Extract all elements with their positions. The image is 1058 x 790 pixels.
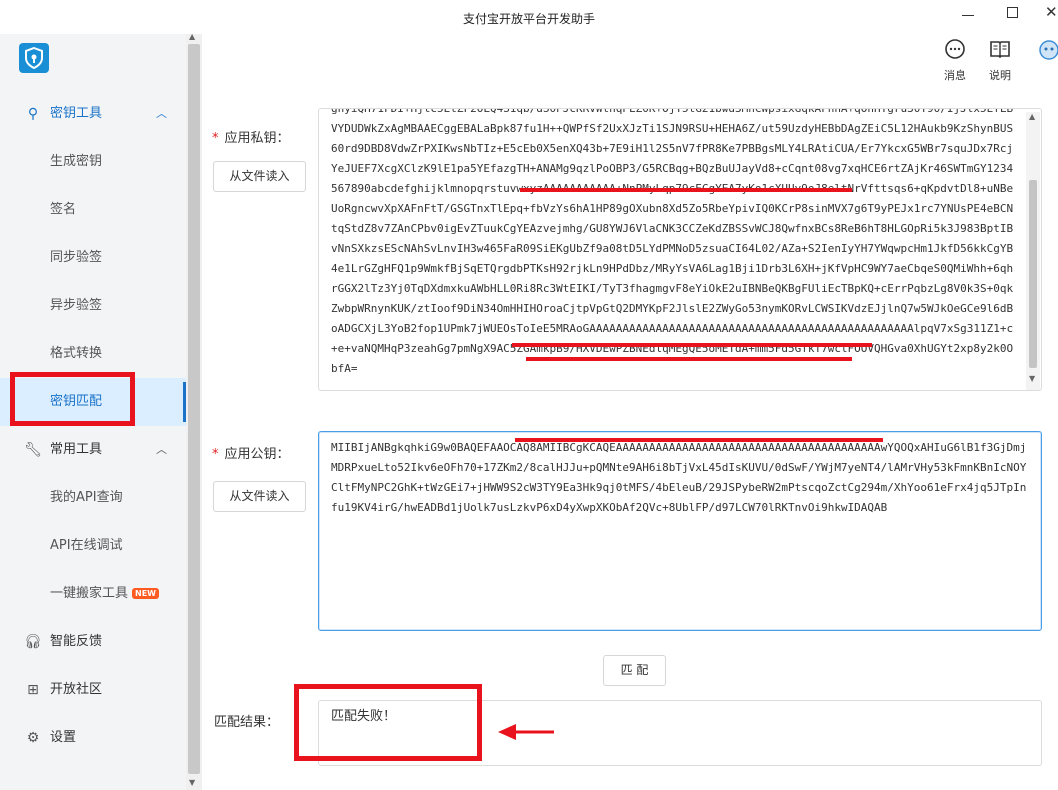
docs-button[interactable]: 说明: [980, 38, 1020, 83]
maximize-icon[interactable]: [1007, 7, 1018, 18]
scroll-up-icon[interactable]: ▲: [189, 32, 195, 41]
app-logo: [19, 43, 49, 73]
private-key-text: gnyiQH71FDI+Hjtc5EtZF2OLQ4S1qb/dS0PJcKRV…: [331, 108, 1014, 375]
title-bar: 支付宝开放平台开发助手 ✕: [0, 0, 1058, 34]
match-button[interactable]: 匹 配: [603, 655, 666, 686]
match-result-label: 匹配结果：: [214, 715, 280, 730]
sidebar-item-label: 格式转换: [50, 346, 103, 361]
grid-icon: ⊞: [27, 682, 39, 698]
private-key-scrollbar[interactable]: ▲ ▼: [1026, 112, 1040, 390]
new-badge: NEW: [132, 588, 159, 599]
chevron-up-icon: ︿: [156, 443, 167, 456]
sidebar-item-migrate-tool[interactable]: 一键搬家工具 NEW: [0, 570, 186, 618]
sidebar-item-async-verify[interactable]: 异步验签: [0, 282, 186, 330]
redaction-line: [526, 357, 852, 361]
redaction-line: [515, 438, 883, 442]
annotation-box-result: [294, 684, 482, 761]
sidebar-item-label: 一键搬家工具: [50, 586, 129, 601]
annotation-box-nav: [10, 372, 135, 426]
docs-label: 说明: [989, 69, 1011, 82]
message-icon: [945, 39, 965, 59]
window-title: 支付宝开放平台开发助手: [462, 12, 595, 26]
nav-group-key-tools[interactable]: ⚲ 密钥工具 ︿: [0, 90, 186, 138]
message-button[interactable]: 消息: [935, 38, 975, 83]
nav-group-label: 常用工具: [50, 442, 103, 457]
headset-icon: 🎧︎: [24, 634, 42, 650]
private-key-read-file-button[interactable]: 从文件读入: [213, 161, 306, 192]
minimize-icon[interactable]: [961, 8, 975, 22]
sidebar-item-label: 开放社区: [50, 682, 103, 697]
nav-group-label: 密钥工具: [50, 106, 103, 121]
chevron-up-icon: ︿: [156, 107, 167, 120]
book-icon: [990, 41, 1010, 59]
sidebar-item-feedback[interactable]: 🎧︎ 智能反馈: [0, 618, 186, 666]
annotation-arrow-icon: [498, 724, 554, 740]
wrench-icon: 🔧︎: [24, 442, 42, 458]
robot-avatar-icon: [1039, 40, 1058, 60]
key-search-icon: ⚲: [27, 106, 39, 122]
required-mark: *: [212, 131, 219, 146]
sidebar-item-label: 设置: [50, 730, 77, 745]
sidebar-item-label: API在线调试: [50, 538, 123, 553]
redaction-line: [520, 188, 852, 192]
scroll-down-icon[interactable]: ▼: [189, 778, 195, 787]
avatar[interactable]: [1035, 36, 1058, 64]
sidebar-item-settings[interactable]: ⚙ 设置: [0, 714, 186, 762]
private-key-label: * 应用私钥：: [212, 127, 290, 146]
sidebar-item-label: 智能反馈: [50, 634, 103, 649]
scrollbar-thumb[interactable]: [1029, 180, 1037, 368]
sidebar-item-community[interactable]: ⊞ 开放社区: [0, 666, 186, 714]
nav-group-common-tools[interactable]: 🔧︎ 常用工具 ︿: [0, 426, 186, 474]
sidebar-item-label: 生成密钥: [50, 154, 103, 169]
redaction-line: [512, 343, 872, 347]
sidebar-item-generate-key[interactable]: 生成密钥: [0, 138, 186, 186]
message-label: 消息: [944, 69, 966, 82]
public-key-textarea[interactable]: MIIBIjANBgkqhkiG9w0BAQEFAAOCAQ8AMIIBCgKC…: [318, 431, 1042, 631]
sidebar-item-label: 同步验签: [50, 250, 103, 265]
public-key-text: MIIBIjANBgkqhkiG9w0BAQEFAAOCAQ8AMIIBCgKC…: [331, 441, 1027, 514]
sidebar-scrollbar[interactable]: ▲ ▼: [186, 32, 202, 790]
sidebar-item-label: 签名: [50, 202, 77, 217]
sidebar-item-label: 异步验签: [50, 298, 103, 313]
public-key-label: * 应用公钥：: [212, 443, 290, 462]
sidebar-item-sign[interactable]: 签名: [0, 186, 186, 234]
sidebar-item-label-wrap: 一键搬家工具 NEW: [50, 570, 159, 618]
sidebar-item-api-debug[interactable]: API在线调试: [0, 522, 186, 570]
public-key-label-text: 应用公钥：: [224, 447, 290, 462]
private-key-textarea[interactable]: gnyiQH71FDI+Hjtc5EtZF2OLQ4S1qb/dS0PJcKRV…: [318, 108, 1042, 391]
scroll-down-icon[interactable]: ▼: [1029, 374, 1035, 383]
public-key-read-file-button[interactable]: 从文件读入: [213, 481, 306, 512]
scrollbar-thumb[interactable]: [188, 44, 200, 774]
sidebar-item-label: 我的API查询: [50, 490, 123, 505]
sidebar-item-my-api[interactable]: 我的API查询: [0, 474, 186, 522]
sidebar-item-sync-verify[interactable]: 同步验签: [0, 234, 186, 282]
required-mark: *: [212, 447, 219, 462]
close-icon[interactable]: ✕: [1045, 3, 1058, 21]
private-key-label-text: 应用私钥：: [224, 131, 290, 146]
gear-icon: ⚙: [26, 730, 40, 746]
sidebar-item-format-convert[interactable]: 格式转换: [0, 330, 186, 378]
scroll-up-icon[interactable]: ▲: [1029, 112, 1035, 121]
